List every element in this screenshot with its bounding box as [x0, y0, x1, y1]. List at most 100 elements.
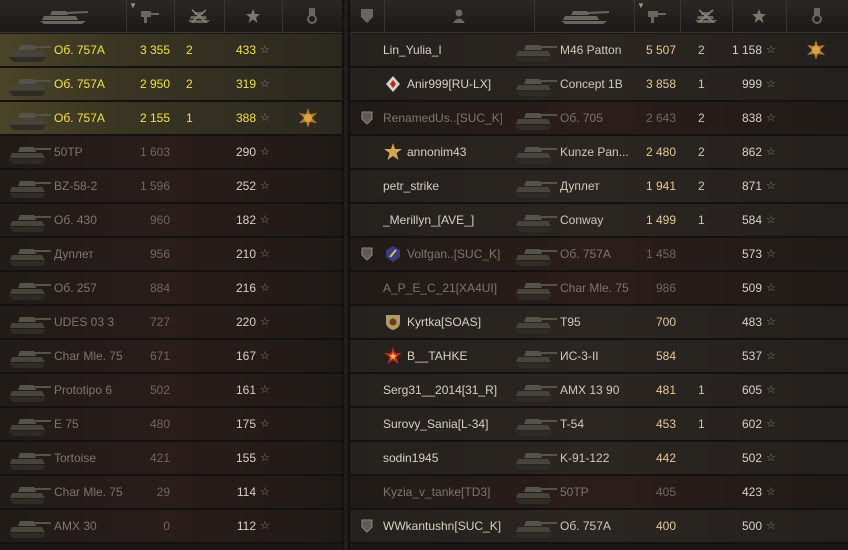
table-row[interactable]: Об. 757А 2 950 2 319 ☆	[0, 68, 342, 102]
column-frags-header-right[interactable]	[680, 0, 733, 32]
table-row[interactable]: Tortoise 421 155 ☆	[0, 442, 342, 476]
table-row[interactable]: Anir999[RU-LX] Concept 1B 3 858 1 999 ☆	[350, 68, 848, 102]
player-name[interactable]: Surovy_Sania[L-34]	[383, 408, 502, 440]
table-row[interactable]: B__TAHKE ИС-3-II 584 537 ☆	[350, 340, 848, 374]
player-name[interactable]: Serg31__2014[31_R]	[383, 374, 502, 406]
damage-value: 2 950	[139, 77, 170, 91]
damage-value: 1 596	[139, 179, 170, 193]
table-row[interactable]: A_P_E_C_21[XA4UI] Char Mle. 75 986 509 ☆	[350, 272, 848, 306]
xp-value: 500	[741, 519, 762, 533]
table-row[interactable]: BZ-58-2 1 596 252 ☆	[0, 170, 342, 204]
platoon-icon	[361, 247, 373, 261]
table-row[interactable]: sodin1945 K-91-122 442 502 ☆	[350, 442, 848, 476]
table-row[interactable]: UDES 03 3 727 220 ☆	[0, 306, 342, 340]
table-row[interactable]: Serg31__2014[31_R] AMX 13 90 481 1 605 ☆	[350, 374, 848, 408]
tank-icon	[512, 309, 558, 335]
player-name[interactable]: A_P_E_C_21[XA4UI]	[383, 272, 502, 304]
damage-value: 29	[156, 485, 170, 499]
player-name[interactable]: petr_strike	[383, 170, 502, 202]
vehicle-name: M46 Patton	[560, 43, 622, 57]
player-name[interactable]: _Merillyn_[AVE_]	[383, 204, 502, 236]
table-row[interactable]: RenamedUs..[SUC_K] Об. 705 2 643 2 838 ☆	[350, 102, 848, 136]
table-row[interactable]: Об. 757А 2 155 1 388 ☆	[0, 102, 342, 136]
tank-icon	[6, 479, 52, 505]
sort-indicator-icon: ▼	[129, 1, 137, 10]
column-xp-header[interactable]	[224, 0, 283, 32]
player-name[interactable]: sodin1945	[383, 442, 502, 474]
xp-value: 483	[741, 315, 762, 329]
player-name[interactable]: annonim43	[407, 136, 502, 168]
vehicle-name: K-91-122	[560, 451, 610, 465]
table-row[interactable]: Дуплет 956 210 ☆	[0, 238, 342, 272]
xp-value: 605	[741, 383, 762, 397]
table-row[interactable]: WWkantushn[SUC_K] Об. 757А 400 500 ☆	[350, 510, 848, 544]
xp-value: 871	[741, 179, 762, 193]
table-row[interactable]: Volfgan..[SUC_K] Об. 757А 1 458 573 ☆	[350, 238, 848, 272]
tank-icon	[6, 71, 52, 97]
frags-value	[698, 510, 710, 542]
star-icon	[751, 8, 767, 24]
damage-icon	[139, 8, 161, 24]
table-row[interactable]: Об. 757А 3 355 2 433 ☆	[0, 34, 342, 68]
column-player-header[interactable]	[384, 0, 535, 32]
column-medal-header-right[interactable]	[786, 0, 848, 32]
platoon-icon	[360, 8, 374, 24]
star-icon: ☆	[766, 316, 776, 328]
star-icon: ☆	[766, 180, 776, 192]
star-icon: ☆	[260, 418, 270, 430]
table-row[interactable]: E 75 480 175 ☆	[0, 408, 342, 442]
table-row[interactable]: Char Mle. 75 671 167 ☆	[0, 340, 342, 374]
table-row[interactable]: AMX 30 0 112 ☆	[0, 510, 342, 544]
player-name[interactable]: Kyzia_v_tanke[TD3]	[383, 476, 502, 508]
table-row[interactable]: Об. 430 960 182 ☆	[0, 204, 342, 238]
medal-icon[interactable]	[806, 40, 826, 60]
player-name[interactable]: Lin_Yulia_I	[383, 34, 502, 66]
column-frags-header[interactable]	[174, 0, 225, 32]
table-row[interactable]: Об. 257 884 216 ☆	[0, 272, 342, 306]
shield-badge-icon	[384, 313, 402, 331]
column-xp-header-right[interactable]	[732, 0, 787, 32]
xp-value: 584	[741, 213, 762, 227]
table-row[interactable]: Lin_Yulia_I M46 Patton 5 507 2 1 158 ☆	[350, 34, 848, 68]
xp-value: 220	[235, 315, 256, 329]
table-row[interactable]: Prototipo 6 502 161 ☆	[0, 374, 342, 408]
damage-value: 3 355	[139, 43, 170, 57]
column-vehicle-header-right[interactable]	[534, 0, 635, 32]
tank-icon	[6, 343, 52, 369]
table-row[interactable]: _Merillyn_[AVE_] Conway 1 499 1 584 ☆	[350, 204, 848, 238]
xp-value: 388	[235, 111, 256, 125]
star-icon: ☆	[766, 112, 776, 124]
table-row[interactable]: petr_strike Дуплет 1 941 2 871 ☆	[350, 170, 848, 204]
player-name[interactable]: Anir999[RU-LX]	[407, 68, 502, 100]
damage-value: 671	[149, 349, 170, 363]
vehicle-name: AMX 30	[54, 519, 97, 533]
column-damage-header[interactable]: ▼	[126, 0, 175, 32]
tank-icon	[6, 105, 52, 131]
player-name[interactable]: RenamedUs..[SUC_K]	[383, 102, 502, 134]
table-row[interactable]: annonim43 Kunze Pan... 2 480 2 862 ☆	[350, 136, 848, 170]
player-name[interactable]: Kyrtka[SOAS]	[407, 306, 502, 338]
tank-icon	[512, 105, 558, 131]
table-row[interactable]: Surovy_Sania[L-34] T-54 453 1 602 ☆	[350, 408, 848, 442]
column-medal-header[interactable]	[282, 0, 342, 32]
medal-icon[interactable]	[298, 108, 318, 128]
xp-value: 573	[741, 247, 762, 261]
tank-icon	[6, 241, 52, 267]
column-damage-header-right[interactable]: ▼	[634, 0, 681, 32]
tank-icon	[512, 241, 558, 267]
table-row[interactable]: Char Mle. 75 29 114 ☆	[0, 476, 342, 510]
column-platoon-header[interactable]	[350, 0, 385, 32]
player-name[interactable]: Volfgan..[SUC_K]	[407, 238, 502, 270]
table-row[interactable]: Kyrtka[SOAS] T95 700 483 ☆	[350, 306, 848, 340]
player-name[interactable]: WWkantushn[SUC_K]	[383, 510, 502, 542]
table-row[interactable]: Kyzia_v_tanke[TD3] 50TP 405 423 ☆	[350, 476, 848, 510]
player-icon	[452, 8, 466, 24]
damage-value: 442	[655, 451, 676, 465]
star-icon: ☆	[260, 486, 270, 498]
table-row[interactable]: 50TP 1 603 290 ☆	[0, 136, 342, 170]
star-icon: ☆	[260, 248, 270, 260]
platoon-icon	[361, 519, 373, 533]
player-name[interactable]: B__TAHKE	[407, 340, 502, 372]
diamond-badge-icon	[384, 75, 402, 93]
column-vehicle-header[interactable]	[0, 0, 127, 32]
